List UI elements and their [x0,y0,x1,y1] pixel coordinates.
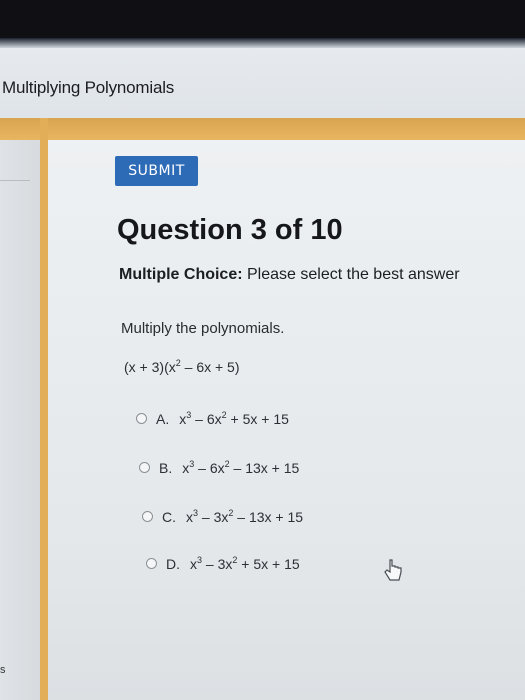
choice-c[interactable]: C. x3 – 3x2 – 13x + 15 [142,508,303,525]
choice-text: x3 – 6x2 + 5x + 15 [179,410,289,427]
left-edge-char: s [0,664,6,676]
bezel-edge [0,38,525,48]
polynomial-expression: (x + 3)(x2 – 6x + 5) [124,358,240,375]
expression-part: (x + 3)(x [124,359,176,375]
choice-letter: B. [159,459,173,476]
choice-text: x3 – 3x2 + 5x + 15 [190,555,300,572]
radio-button[interactable] [136,413,147,424]
submit-button[interactable]: SUBMIT [115,156,198,186]
question-instruction: Multiple Choice: Please select the best … [119,266,460,284]
choice-text: x3 – 6x2 – 13x + 15 [182,459,300,476]
choice-letter: C. [162,508,176,525]
choice-letter: D. [166,555,180,572]
app-title: Multiplying Polynomials [2,78,175,97]
left-panel-divider [0,180,30,181]
content-border [40,118,48,700]
radio-button[interactable] [146,558,157,569]
choice-letter: A. [156,410,170,427]
choice-d[interactable]: D. x3 – 3x2 + 5x + 15 [146,555,300,572]
instruction-text: Please select the best answer [242,266,460,283]
question-type-label: Multiple Choice: [119,266,243,283]
expression-part: – 6x + 5) [180,359,240,375]
question-title: Question 3 of 10 [117,214,343,246]
choice-text: x3 – 3x2 – 13x + 15 [186,508,304,525]
question-prompt: Multiply the polynomials. [121,320,285,337]
radio-button[interactable] [142,511,153,522]
header-band [0,118,525,140]
choice-b[interactable]: B. x3 – 6x2 – 13x + 15 [139,459,299,476]
hand-cursor-icon [384,559,402,581]
radio-button[interactable] [139,462,150,473]
choice-a[interactable]: A. x3 – 6x2 + 5x + 15 [136,410,289,427]
left-panel: s [0,140,40,700]
